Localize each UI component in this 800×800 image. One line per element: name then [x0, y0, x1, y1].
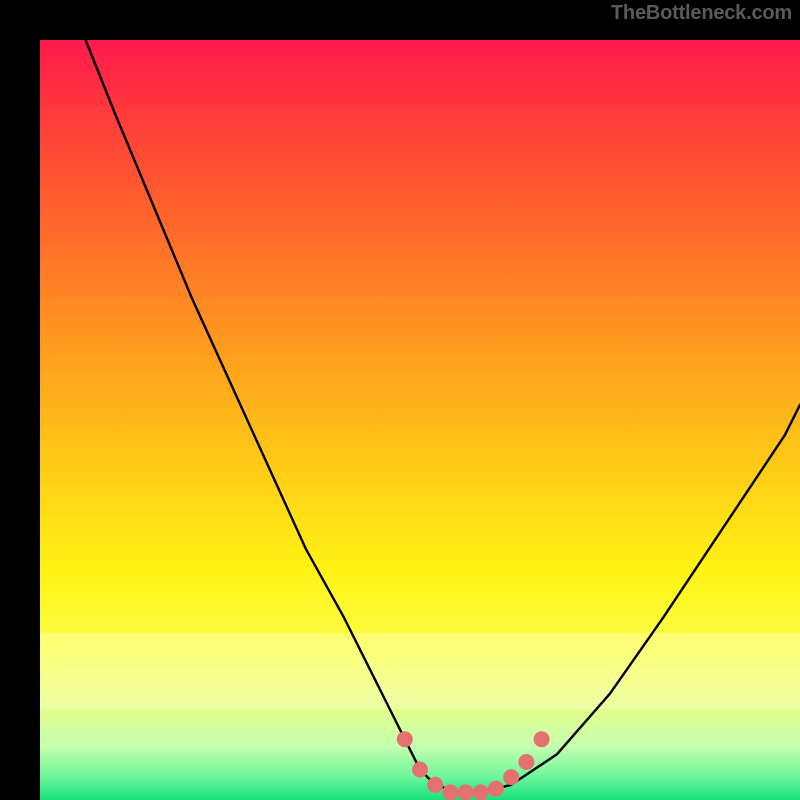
curve-marker: [442, 784, 458, 800]
curve-marker: [412, 762, 428, 778]
curve-marker: [503, 769, 519, 785]
bottleneck-curve: [86, 40, 800, 792]
curve-marker: [397, 731, 413, 747]
curve-marker: [427, 777, 443, 793]
plot-area: [40, 40, 800, 800]
curve-marker: [488, 781, 504, 797]
chart-frame: [0, 0, 800, 800]
curve-markers: [397, 731, 550, 800]
watermark-text: TheBottleneck.com: [611, 2, 792, 25]
bottleneck-curve-svg: [40, 40, 800, 800]
curve-marker: [534, 731, 550, 747]
curve-marker: [518, 754, 534, 770]
curve-marker: [458, 784, 474, 800]
curve-marker: [473, 784, 489, 800]
